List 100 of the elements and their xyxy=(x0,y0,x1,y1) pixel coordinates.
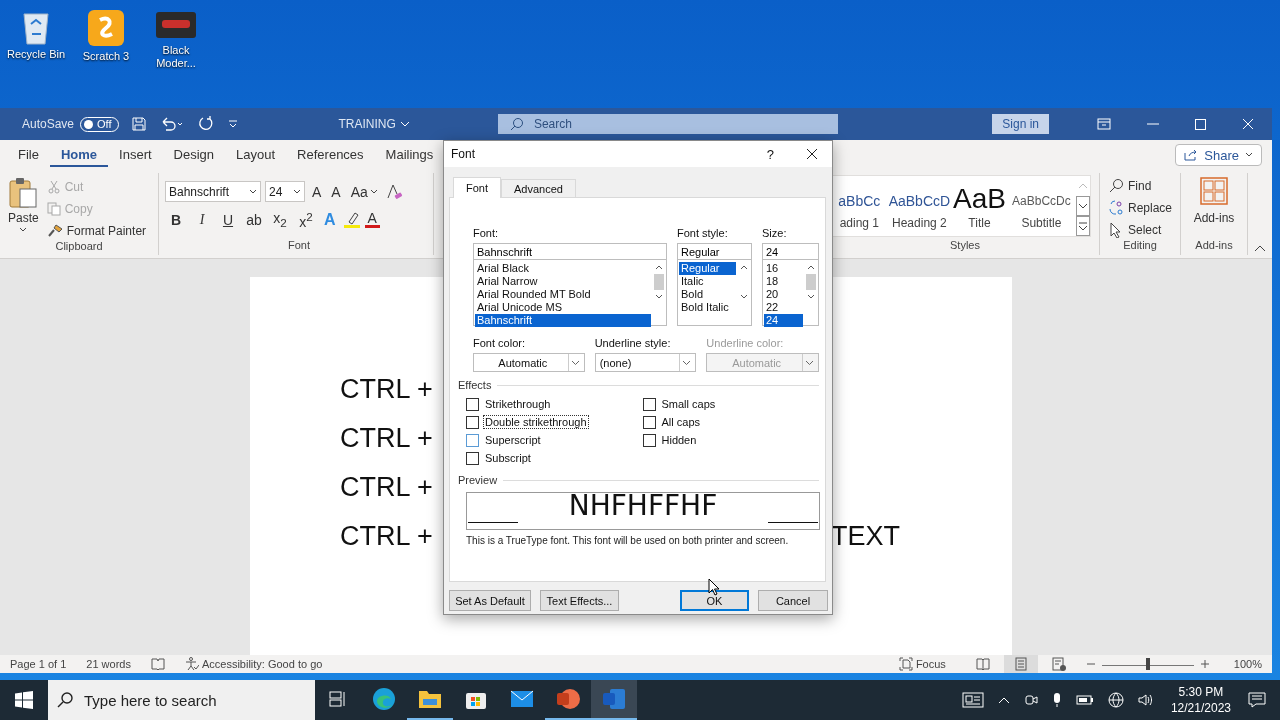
notification-icon[interactable] xyxy=(1248,692,1266,708)
change-case-button[interactable]: Aa xyxy=(347,183,381,200)
list-option[interactable]: Arial Narrow xyxy=(475,275,651,288)
checkbox-label[interactable]: All caps xyxy=(659,415,703,429)
dialog-tab[interactable]: Advanced xyxy=(501,179,576,197)
list-option[interactable]: 24 xyxy=(764,314,803,327)
ribbon-tab[interactable]: References xyxy=(286,143,375,167)
scroll-down-icon[interactable] xyxy=(1076,196,1090,216)
format-button[interactable]: I xyxy=(191,211,213,228)
word-count[interactable]: 21 words xyxy=(86,658,131,670)
checkbox-label[interactable]: Small caps xyxy=(659,397,718,411)
dropdown[interactable]: (none) xyxy=(594,353,697,372)
ribbon-tab[interactable]: File xyxy=(7,143,50,167)
scroll-down-icon[interactable] xyxy=(655,294,663,300)
scroll-up-icon[interactable] xyxy=(740,264,748,270)
clock-date[interactable]: 12/21/2023 xyxy=(1170,700,1231,716)
ribbon-tab[interactable]: Home xyxy=(49,143,109,167)
list-option[interactable]: Bold xyxy=(679,288,736,301)
grow-font-button[interactable]: A xyxy=(309,183,325,200)
format-button[interactable]: B xyxy=(165,211,187,228)
checkbox[interactable] xyxy=(466,415,479,429)
volume-icon[interactable] xyxy=(1137,693,1154,707)
scroll-down-icon[interactable] xyxy=(740,294,748,300)
taskbar-search-field[interactable]: Type here to search xyxy=(48,680,315,720)
style-item[interactable]: AaBbCcDc Subtitle xyxy=(1006,176,1076,236)
zoom-in-icon[interactable] xyxy=(1199,659,1210,669)
customize-icon[interactable] xyxy=(226,118,239,130)
ribbon-tab[interactable]: Design xyxy=(162,143,226,167)
list-option[interactable]: 20 xyxy=(764,288,803,301)
search-field[interactable]: Search xyxy=(497,114,838,134)
font-name-dropdown[interactable]: Bahnschrift xyxy=(165,181,261,202)
desktop-icon-label[interactable]: Black Moder... xyxy=(144,44,208,70)
collapse-ribbon-icon[interactable] xyxy=(1254,244,1266,252)
editing-button[interactable]: Find xyxy=(1108,177,1172,195)
accessibility-status[interactable]: Accessibility: Good to go xyxy=(184,657,323,671)
save-icon[interactable] xyxy=(130,116,147,132)
list-box[interactable]: Arial Black Arial Narrow Arial Rounded MT Bold Arial Unicode MS Bahnschrift xyxy=(473,260,667,326)
clock-time[interactable]: 5:30 PM xyxy=(1178,684,1224,700)
list-box[interactable]: 16 18 20 22 24 xyxy=(762,260,819,326)
dialog-tab[interactable]: Font xyxy=(453,177,501,198)
format-button[interactable]: ab xyxy=(243,211,265,228)
list-option[interactable]: Arial Rounded MT Bold xyxy=(475,288,651,301)
font-size-dropdown[interactable]: 24 xyxy=(265,181,305,202)
battery-icon[interactable] xyxy=(1075,695,1094,705)
format-button[interactable]: x$^{2}$ xyxy=(295,210,317,230)
close-icon[interactable] xyxy=(806,148,818,160)
page-count[interactable]: Page 1 of 1 xyxy=(10,658,67,670)
maximize-icon[interactable] xyxy=(1195,118,1206,130)
checkbox-label[interactable]: Double strikethrough xyxy=(483,415,589,429)
help-button[interactable]: ? xyxy=(766,146,774,162)
zoom-level[interactable]: 100% xyxy=(1233,658,1262,670)
font-color-button[interactable]: A xyxy=(364,211,380,229)
microphone-icon[interactable] xyxy=(1051,692,1062,708)
format-button[interactable]: x$_{2}$ xyxy=(269,210,291,230)
book-icon[interactable] xyxy=(150,658,165,670)
shrink-font-button[interactable]: A xyxy=(328,183,344,200)
style-item[interactable]: AaBbCcD Heading 2 xyxy=(886,176,953,236)
list-option[interactable]: 22 xyxy=(764,301,803,314)
ribbon-tab[interactable]: Layout xyxy=(225,143,287,167)
list-option[interactable]: Bold Italic xyxy=(679,301,736,314)
list-option[interactable]: 18 xyxy=(764,275,803,288)
document-title[interactable]: TRAINING xyxy=(338,117,396,131)
list-option[interactable]: Arial Black xyxy=(475,262,651,275)
checkbox[interactable] xyxy=(466,397,479,411)
checkbox-label[interactable]: Hidden xyxy=(659,433,699,447)
checkbox-label[interactable]: Strikethrough xyxy=(483,397,553,411)
list-option[interactable]: 16 xyxy=(764,262,803,275)
chevron-up-icon[interactable] xyxy=(997,696,1010,704)
caret-icon[interactable] xyxy=(399,120,410,128)
camera-icon[interactable] xyxy=(1023,693,1038,707)
app-icon[interactable] xyxy=(86,8,126,48)
more-icon[interactable] xyxy=(1076,216,1090,236)
checkbox[interactable] xyxy=(642,397,656,411)
ribbon-tab[interactable]: Insert xyxy=(108,143,163,167)
editing-button[interactable]: Select xyxy=(1108,221,1172,239)
add-ins-button[interactable]: Add-ins xyxy=(1193,173,1235,239)
desktop-icon-label[interactable]: Recycle Bin xyxy=(4,48,68,61)
list-option[interactable]: Regular xyxy=(679,262,736,275)
word-processor-icon[interactable] xyxy=(591,680,637,720)
clipboard-button[interactable]: Format Painter xyxy=(46,221,147,240)
input-field[interactable]: Bahnschrift xyxy=(473,243,667,260)
checkbox[interactable] xyxy=(466,433,479,447)
format-button[interactable]: U xyxy=(217,211,239,228)
news-icon[interactable] xyxy=(961,692,984,708)
ribbon-tab[interactable]: Mailings xyxy=(374,143,445,167)
checkbox[interactable] xyxy=(466,451,479,465)
dialog-button[interactable]: Set As Default xyxy=(449,590,531,611)
checkbox-label[interactable]: Superscript xyxy=(483,433,543,447)
desktop-icon-label[interactable]: Scratch 3 xyxy=(74,50,138,63)
highlighter-icon[interactable] xyxy=(342,210,361,229)
list-box[interactable]: Regular Italic Bold Bold Italic xyxy=(677,260,752,326)
scroll-up-icon[interactable] xyxy=(807,264,815,270)
clear-formatting-icon[interactable] xyxy=(384,182,403,201)
input-field[interactable]: 24 xyxy=(762,243,819,260)
checkbox[interactable] xyxy=(642,433,656,447)
globe-icon[interactable] xyxy=(1107,692,1124,708)
start-icon[interactable] xyxy=(15,691,33,709)
style-item[interactable]: aBbCc ading 1 xyxy=(832,176,887,236)
list-option[interactable]: Italic xyxy=(679,275,736,288)
checkbox[interactable] xyxy=(642,415,656,429)
